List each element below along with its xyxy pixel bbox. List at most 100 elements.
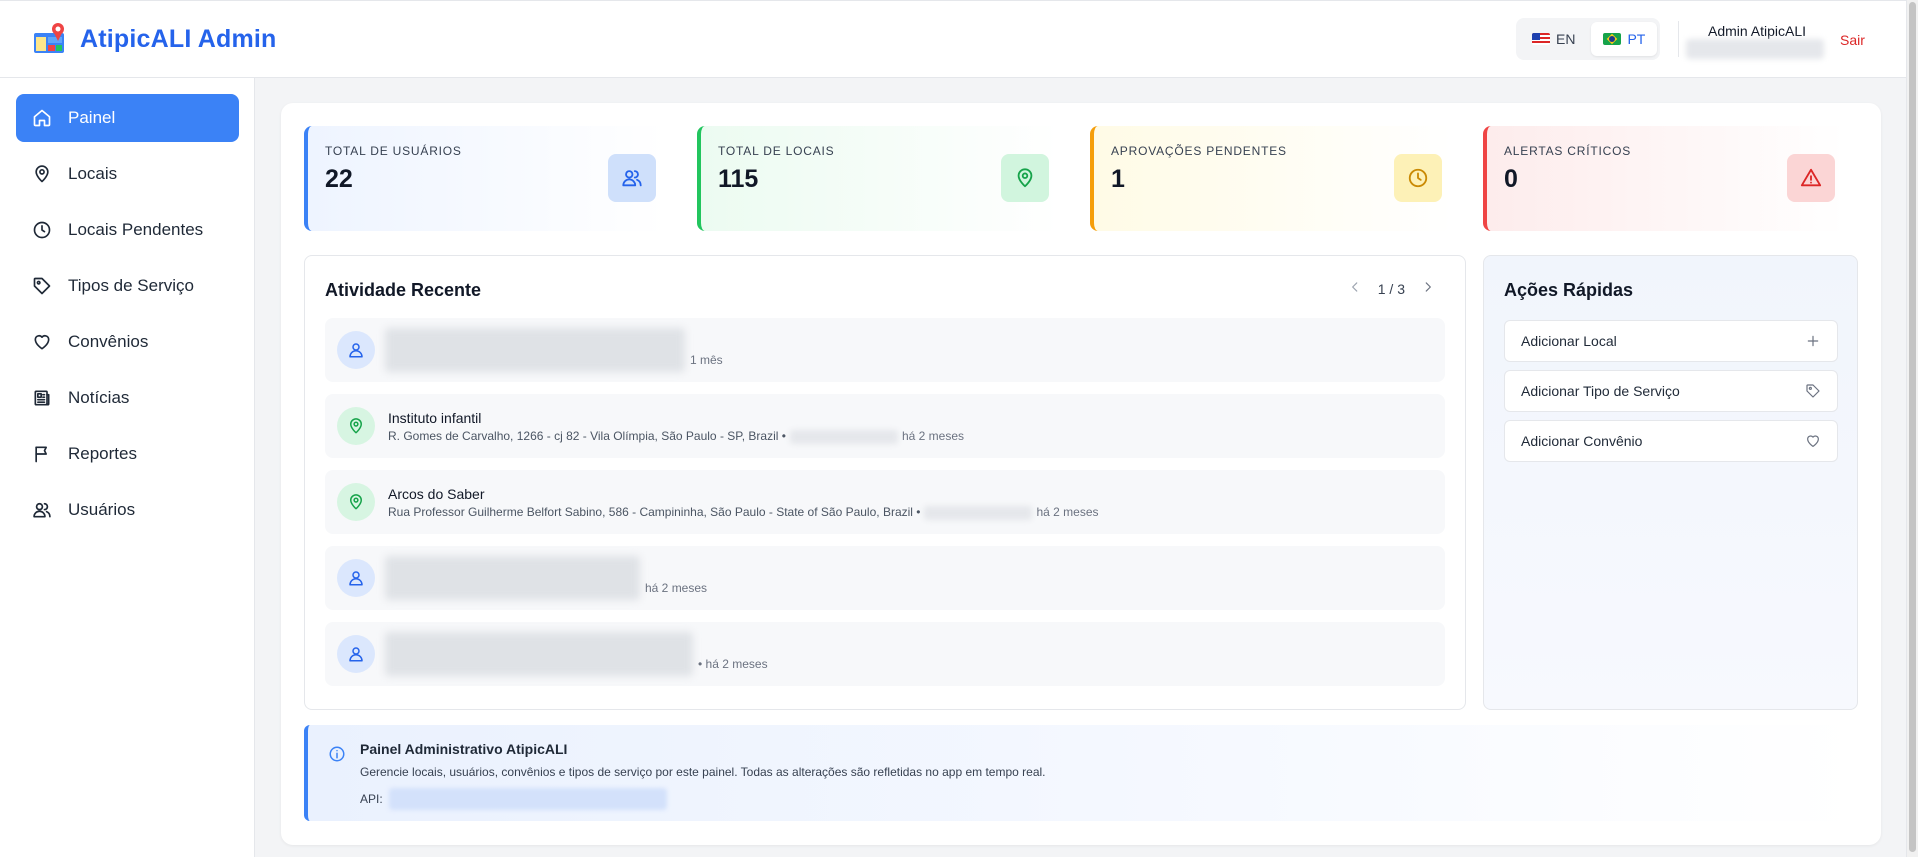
- stat-label: APROVAÇÕES PENDENTES: [1111, 144, 1287, 158]
- users-icon: [33, 502, 51, 518]
- logout-button[interactable]: Sair: [1840, 32, 1865, 48]
- scrollbar-thumb[interactable]: [1909, 2, 1916, 852]
- activity-redacted-user: [789, 429, 898, 444]
- sidebar-item-tipos-de-servico[interactable]: Tipos de Serviço: [16, 262, 239, 310]
- recent-activity-panel: Atividade Recente 1 / 3 1 mês Instituto …: [304, 255, 1466, 710]
- activity-time: há 2 meses: [645, 581, 708, 595]
- brazil-flag-icon: [1603, 33, 1622, 45]
- sidebar-item-locais-pendentes[interactable]: Locais Pendentes: [16, 206, 239, 254]
- sidebar-item-reportes[interactable]: Reportes: [16, 430, 239, 478]
- activity-detail: R. Gomes de Carvalho, 1266 - cj 82 - Vil…: [388, 429, 964, 444]
- sidebar-item-convenios[interactable]: Convênios: [16, 318, 239, 366]
- brand[interactable]: AtipicALI Admin: [32, 21, 277, 57]
- top-header: AtipicALI Admin EN PT Admin AtipicALI Sa…: [0, 0, 1906, 78]
- stat-card-total-locais: TOTAL DE LOCAIS 115: [697, 126, 1059, 231]
- activity-redacted-content: [385, 556, 640, 600]
- activity-pagination: 1 / 3: [1348, 280, 1435, 297]
- info-text: Gerencie locais, usuários, convênios e t…: [360, 765, 1046, 779]
- activity-title: Instituto infantil: [388, 410, 482, 426]
- map-pin-icon: [35, 165, 49, 183]
- activity-item[interactable]: há 2 meses: [325, 546, 1445, 610]
- user-icon: [337, 559, 375, 597]
- activity-address: R. Gomes de Carvalho, 1266 - cj 82 - Vil…: [388, 429, 786, 443]
- activity-redacted-content: [385, 632, 693, 676]
- activity-time: 1 mês: [690, 353, 723, 367]
- api-url-redacted: [388, 788, 667, 810]
- activity-item[interactable]: Arcos do Saber Rua Professor Guilherme B…: [325, 470, 1445, 534]
- stat-value: 0: [1504, 165, 1518, 193]
- map-pin-icon: [337, 483, 375, 521]
- activity-redacted-content: [385, 328, 685, 372]
- tag-icon: [33, 277, 51, 295]
- activity-item[interactable]: 1 mês: [325, 318, 1445, 382]
- page-scrollbar[interactable]: [1906, 0, 1918, 857]
- map-pin-icon: [337, 407, 375, 445]
- api-label: API:: [360, 792, 383, 806]
- activity-item[interactable]: • há 2 meses: [325, 622, 1445, 686]
- sidebar-item-label: Tipos de Serviço: [68, 276, 194, 295]
- stat-value: 1: [1111, 165, 1125, 193]
- sidebar-item-label: Locais: [68, 164, 118, 183]
- quick-actions-title: Ações Rápidas: [1504, 280, 1634, 300]
- activity-redacted-user: [924, 505, 1033, 520]
- activity-detail: Rua Professor Guilherme Belfort Sabino, …: [388, 505, 1099, 520]
- activity-time: • há 2 meses: [698, 657, 768, 671]
- brand-title: AtipicALI Admin: [80, 24, 277, 53]
- info-icon: [328, 745, 346, 763]
- add-local-button[interactable]: Adicionar Local: [1504, 320, 1838, 362]
- user-name: Admin AtipicALI: [1708, 23, 1807, 39]
- newspaper-icon: [34, 390, 50, 406]
- sidebar-item-noticias[interactable]: Notícias: [16, 374, 239, 422]
- prev-page-button[interactable]: [1348, 280, 1362, 297]
- sidebar-item-usuarios[interactable]: Usuários: [16, 486, 239, 534]
- activity-address: Rua Professor Guilherme Belfort Sabino, …: [388, 505, 921, 519]
- stat-card-alertas-criticos: ALERTAS CRÍTICOS 0: [1483, 126, 1845, 231]
- language-en-label: EN: [1556, 31, 1576, 47]
- stat-card-aprovacoes-pendentes: APROVAÇÕES PENDENTES 1: [1090, 126, 1452, 231]
- sidebar-item-label: Notícias: [68, 388, 130, 407]
- users-icon: [608, 154, 656, 202]
- sidebar-item-label: Usuários: [68, 500, 136, 519]
- activity-item[interactable]: Instituto infantil R. Gomes de Carvalho,…: [325, 394, 1445, 458]
- user-email-redacted: [1686, 39, 1824, 59]
- user-icon: [337, 331, 375, 369]
- quick-actions-panel: Ações Rápidas Adicionar Local Adicionar …: [1483, 255, 1858, 710]
- api-info: API:: [360, 788, 667, 810]
- stat-label: TOTAL DE USUÁRIOS: [325, 144, 462, 158]
- sidebar-item-locais[interactable]: Locais: [16, 150, 239, 198]
- clock-icon: [33, 221, 51, 239]
- add-convenio-button[interactable]: Adicionar Convênio: [1504, 420, 1838, 462]
- admin-info-box: Painel Administrativo AtipicALI Gerencie…: [304, 725, 1858, 821]
- language-pt-button[interactable]: PT: [1591, 22, 1658, 56]
- sidebar-item-painel[interactable]: Painel: [16, 94, 239, 142]
- info-title: Painel Administrativo AtipicALI: [360, 741, 568, 757]
- language-pt-label: PT: [1627, 31, 1646, 47]
- language-en-button[interactable]: EN: [1520, 22, 1587, 56]
- activity-time: há 2 meses: [1036, 505, 1099, 519]
- us-flag-icon: [1532, 33, 1550, 45]
- stat-label: TOTAL DE LOCAIS: [718, 144, 835, 158]
- map-pin-icon: [1001, 154, 1049, 202]
- chevron-left-icon: [1351, 282, 1358, 292]
- brand-logo-icon: [34, 23, 64, 53]
- language-switcher: EN PT: [1516, 18, 1660, 60]
- flag-icon: [35, 446, 48, 463]
- alert-triangle-icon: [1787, 154, 1835, 202]
- user-icon: [337, 635, 375, 673]
- sidebar: Painel Locais Locais Pendentes Tipos de …: [0, 78, 255, 857]
- page-indicator: 1 / 3: [1377, 280, 1405, 297]
- sidebar-item-label: Reportes: [68, 444, 137, 463]
- add-service-type-button[interactable]: Adicionar Tipo de Serviço: [1504, 370, 1838, 412]
- activity-title: Arcos do Saber: [388, 486, 485, 502]
- stat-label: ALERTAS CRÍTICOS: [1504, 144, 1632, 158]
- home-icon: [33, 109, 51, 127]
- stat-card-total-usuarios: TOTAL DE USUÁRIOS 22: [304, 126, 666, 231]
- next-page-button[interactable]: [1421, 280, 1435, 297]
- activity-time: há 2 meses: [901, 429, 964, 443]
- heart-icon: [1807, 435, 1819, 447]
- header-divider: [1678, 21, 1679, 57]
- quick-action-label: Adicionar Tipo de Serviço: [1521, 383, 1680, 399]
- plus-icon: [1807, 335, 1819, 347]
- sidebar-item-label: Convênios: [68, 332, 149, 351]
- chevron-right-icon: [1425, 282, 1431, 292]
